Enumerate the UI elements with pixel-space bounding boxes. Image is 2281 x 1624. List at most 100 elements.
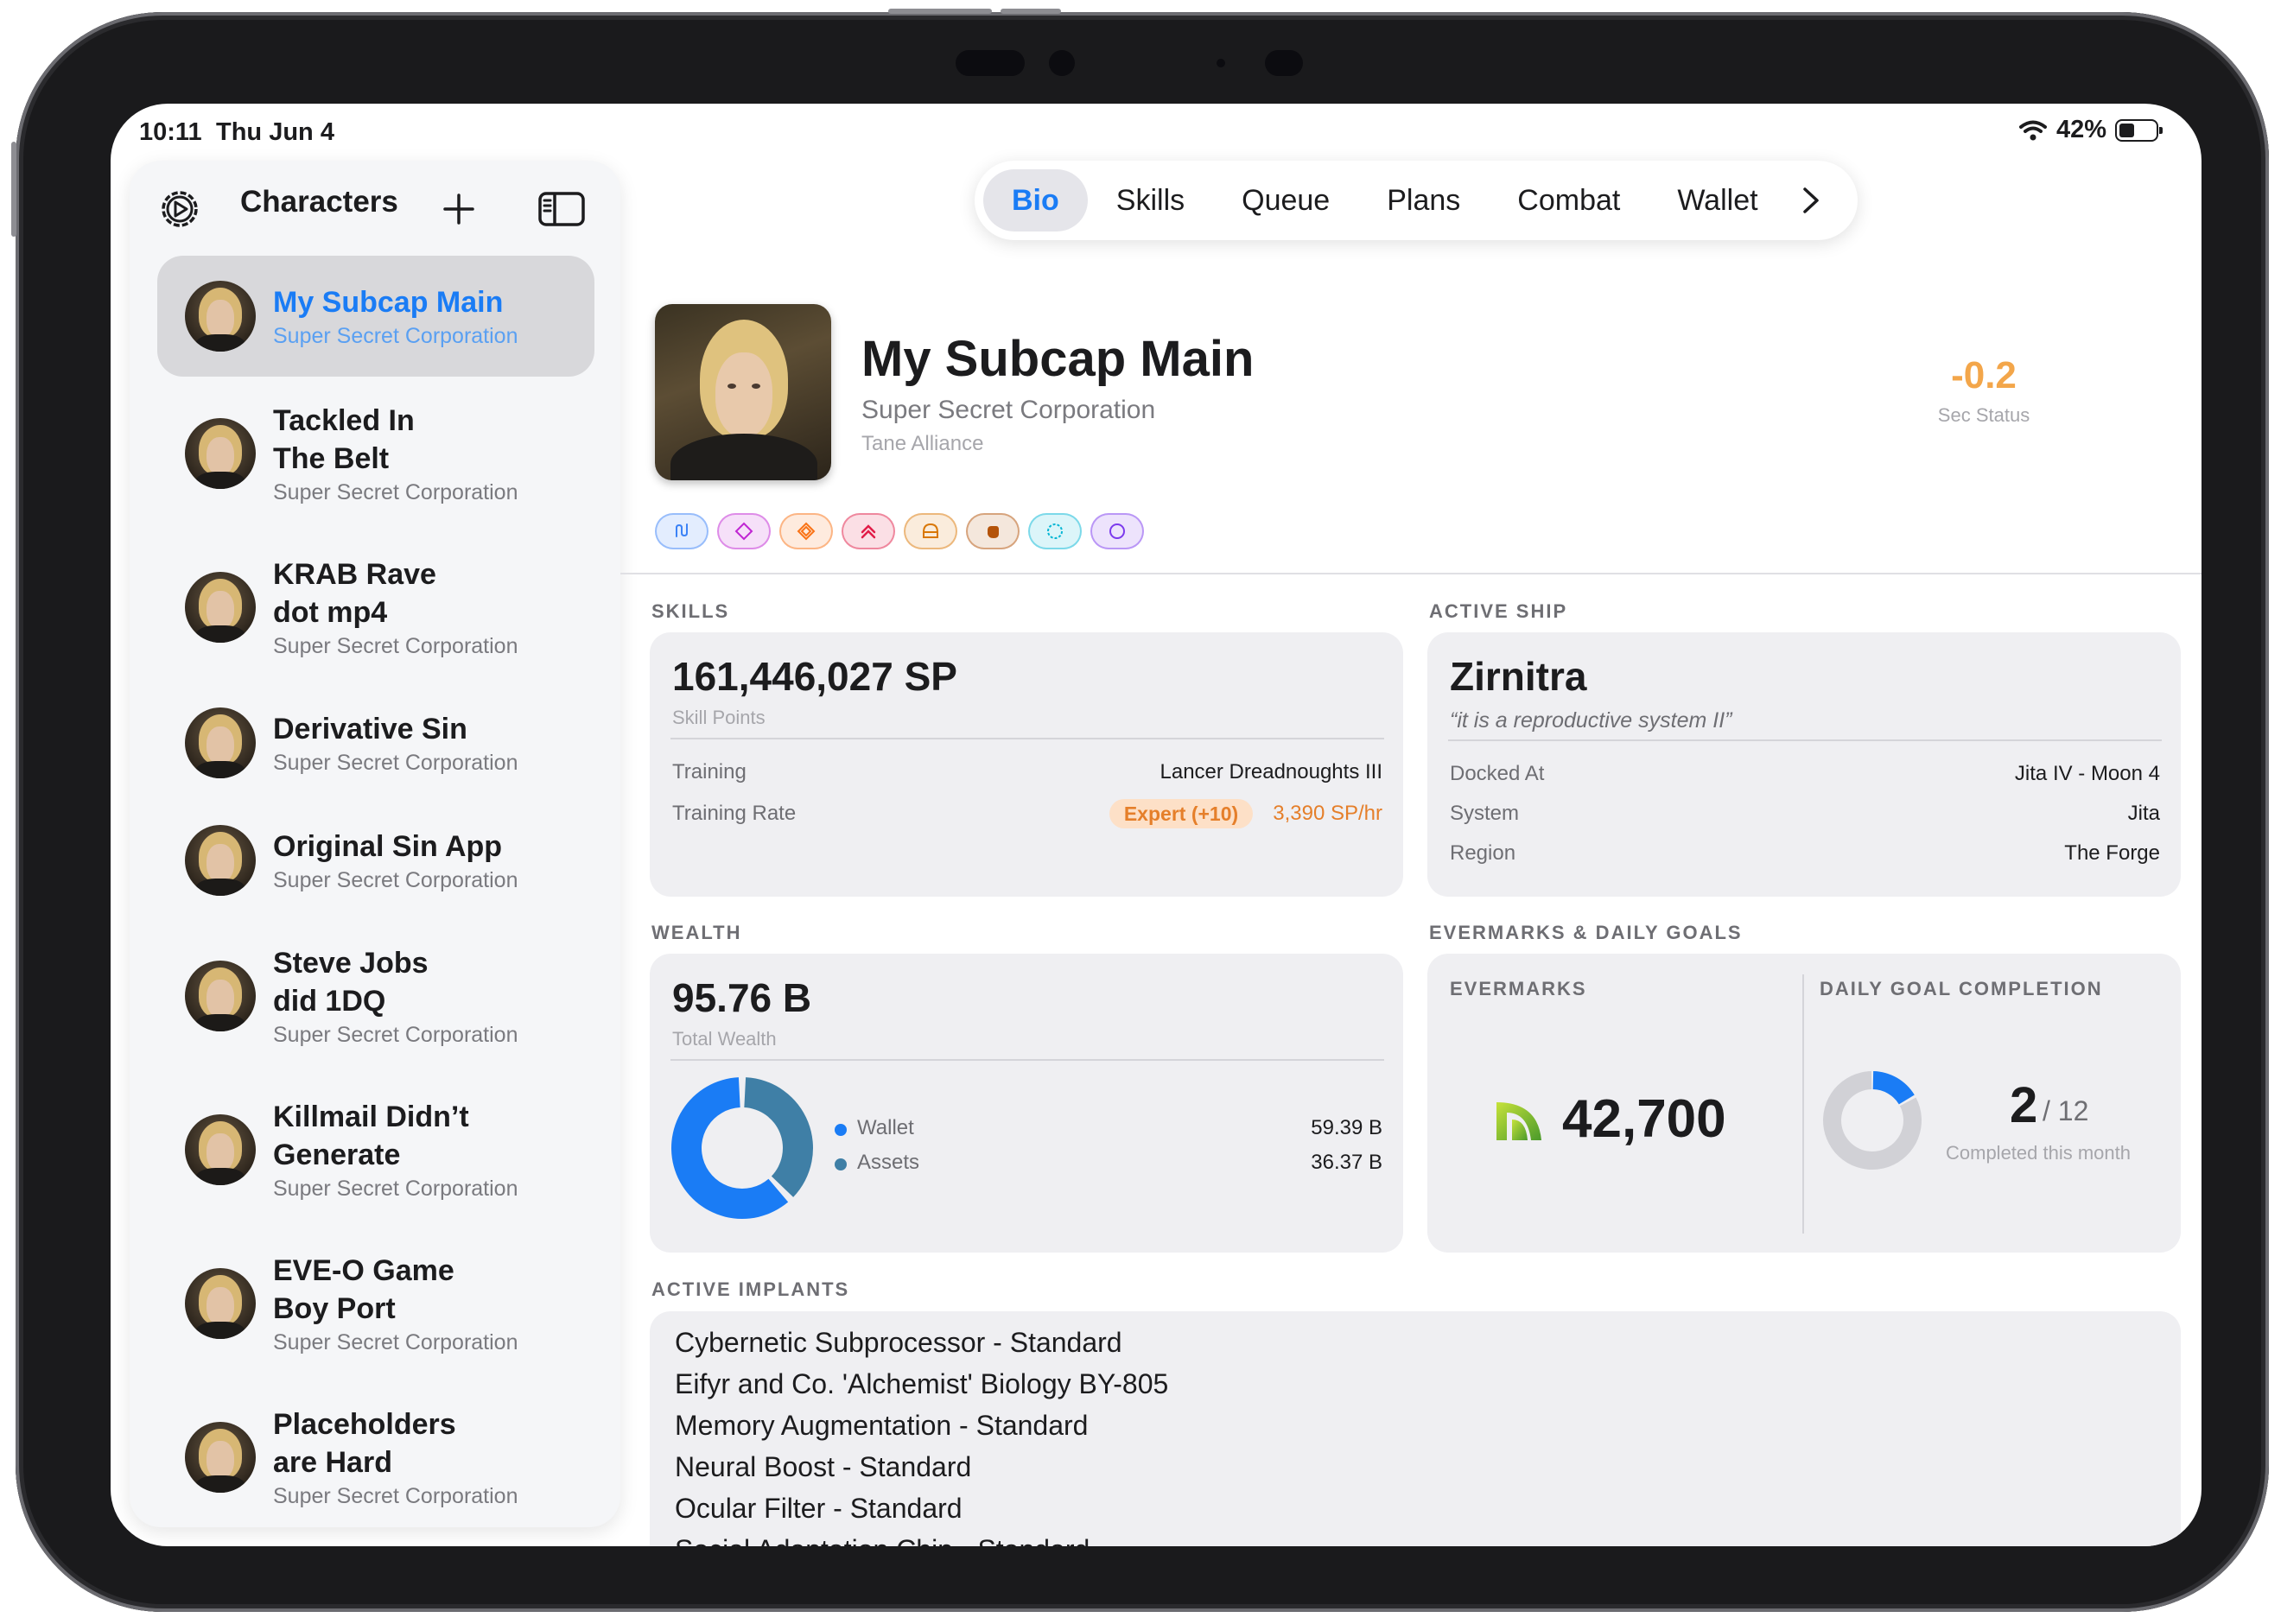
tab-plans[interactable]: Plans <box>1358 169 1489 232</box>
tab-queue[interactable]: Queue <box>1213 169 1358 232</box>
daily-goal-total: / 12 <box>2043 1095 2089 1126</box>
route-badge[interactable] <box>655 513 708 549</box>
skill-points-value: 161,446,027 SP <box>672 654 957 699</box>
character-avatar <box>185 1268 256 1339</box>
daily-goal-completed: 2 <box>2010 1077 2038 1133</box>
chevrons-up-badge[interactable] <box>842 513 895 549</box>
wealth-section-title: WEALTH <box>651 922 742 943</box>
status-date: Thu Jun 4 <box>216 118 334 146</box>
dashed-circle-icon <box>1047 523 1063 539</box>
top-button <box>888 9 992 14</box>
camera-housing <box>956 50 1025 76</box>
ship-nickname: “it is a reproductive system II” <box>1450 708 1732 733</box>
tab-bio[interactable]: Bio <box>983 169 1088 232</box>
character-list-name: Derivative Sin <box>273 712 467 745</box>
implant-item: Eifyr and Co. 'Alchemist' Biology BY-805 <box>675 1368 1169 1399</box>
ship-card[interactable]: Zirnitra “it is a reproductive system II… <box>1427 632 2181 897</box>
character-list-item[interactable]: Placeholders are Hard Super Secret Corpor… <box>157 1380 594 1534</box>
skills-card[interactable]: 161,446,027 SP Skill Points Training Lan… <box>650 632 1403 897</box>
dashed-circle-badge[interactable] <box>1028 513 1082 549</box>
implants-section-title: ACTIVE IMPLANTS <box>651 1278 850 1300</box>
section-tab-bar: Bio Skills Queue Plans Combat Wallet <box>975 161 1858 240</box>
circle-icon <box>1109 523 1125 539</box>
diamond-icon <box>734 522 753 541</box>
tab-combat[interactable]: Combat <box>1489 169 1649 232</box>
wallet-legend-label: Wallet <box>857 1116 914 1139</box>
route-icon <box>676 523 688 537</box>
assets-legend-dot <box>835 1158 847 1170</box>
character-list-corporation: Super Secret Corporation <box>273 1483 518 1508</box>
screen: 10:11 Thu Jun 4 42% Characters My Subcap… <box>111 104 2202 1546</box>
header-divider <box>620 573 2202 574</box>
diamond-orange-badge[interactable] <box>779 513 833 549</box>
evermarks-value: 42,700 <box>1562 1089 1726 1149</box>
more-tabs-button[interactable] <box>1787 169 1835 232</box>
security-status-label: Sec Status <box>1937 404 2030 426</box>
wealth-divider <box>670 1059 1384 1061</box>
ipad-device-frame: 10:11 Thu Jun 4 42% Characters My Subcap… <box>11 9 2269 1612</box>
daily-goal-donut-chart <box>1823 1071 1922 1170</box>
skills-divider <box>670 738 1384 739</box>
character-list-item[interactable]: My Subcap Main Super Secret Corporation <box>157 256 594 377</box>
character-avatar <box>185 281 256 352</box>
fist-badge[interactable] <box>966 513 1020 549</box>
character-list-corporation: Super Secret Corporation <box>273 867 518 892</box>
character-list-corporation: Super Secret Corporation <box>273 750 518 775</box>
sensor-2 <box>1265 50 1303 76</box>
implants-card[interactable]: Cybernetic Subprocessor - Standard Eifyr … <box>650 1311 2181 1546</box>
character-list-item[interactable]: Original Sin App Super Secret Corporation <box>157 802 594 919</box>
character-list-name: Placeholders are Hard <box>273 1407 456 1479</box>
character-list-item[interactable]: EVE-O Game Boy Port Super Secret Corporat… <box>157 1227 594 1380</box>
tab-wallet[interactable]: Wallet <box>1649 169 1786 232</box>
character-list-corporation: Super Secret Corporation <box>273 633 518 658</box>
chevron-right-icon <box>1802 187 1819 213</box>
character-list: My Subcap Main Super Secret Corporation Ta… <box>157 256 594 1534</box>
evermarks-section-title: EVERMARKS & DAILY GOALS <box>1429 922 1743 943</box>
implant-item: Cybernetic Subprocessor - Standard <box>675 1327 1122 1358</box>
character-list-corporation: Super Secret Corporation <box>273 323 518 348</box>
daily-goal-caption: Completed this month <box>1946 1142 2131 1164</box>
add-character-button[interactable] <box>436 187 481 232</box>
wealth-card[interactable]: 95.76 B Total Wealth Wallet 59.39 B Asse… <box>650 954 1403 1253</box>
ship-section-title: ACTIVE SHIP <box>1429 600 1568 622</box>
docked-label: Docked At <box>1450 762 1545 785</box>
toggle-sidebar-button[interactable] <box>536 187 588 232</box>
settings-button[interactable] <box>156 185 204 233</box>
character-list-item[interactable]: KRAB Rave dot mp4 Super Secret Corporatio… <box>157 530 594 684</box>
character-list-item[interactable]: Derivative Sin Super Secret Corporation <box>157 684 594 802</box>
tab-skills[interactable]: Skills <box>1088 169 1213 232</box>
character-avatar <box>185 707 256 778</box>
implant-item: Social Adaptation Chip - Standard <box>675 1534 1090 1546</box>
character-alliance[interactable]: Tane Alliance <box>861 432 983 456</box>
character-sidebar: Characters My Subcap Main Super Secret Co… <box>130 161 620 1527</box>
implant-item: Neural Boost - Standard <box>675 1451 972 1482</box>
training-rate-label: Training Rate <box>672 802 797 825</box>
sidebar-title: Characters <box>240 185 398 219</box>
diamond-badge[interactable] <box>717 513 771 549</box>
character-list-item[interactable]: Steve Jobs did 1DQ Super Secret Corporati… <box>157 919 594 1073</box>
training-label: Training <box>672 760 747 783</box>
character-list-item[interactable]: Tackled In The Belt Super Secret Corporat… <box>157 377 594 530</box>
character-list-item[interactable]: Killmail Didn’t Generate Super Secret Cor… <box>157 1073 594 1227</box>
circle-badge[interactable] <box>1090 513 1144 549</box>
front-camera <box>1049 50 1075 76</box>
assets-slice <box>744 1077 813 1197</box>
character-avatar <box>185 1422 256 1493</box>
ship-divider <box>1448 739 2162 741</box>
wifi-icon <box>2018 120 2047 140</box>
total-wealth-label: Total Wealth <box>672 1028 777 1050</box>
character-name: My Subcap Main <box>861 331 1255 387</box>
fist-icon <box>988 526 999 538</box>
evermarks-vertical-divider <box>1802 974 1804 1234</box>
volume-button <box>11 142 16 237</box>
chevrons-up-icon <box>861 524 876 539</box>
completed-slice <box>1872 1071 1915 1105</box>
training-value: Lancer Dreadnoughts III <box>1160 760 1383 783</box>
docked-value: Jita IV - Moon 4 <box>2014 762 2160 785</box>
region-value: The Forge <box>2064 841 2160 865</box>
helmet-badge[interactable] <box>904 513 957 549</box>
ship-name: Zirnitra <box>1450 654 1587 699</box>
character-corporation[interactable]: Super Secret Corporation <box>861 396 1155 425</box>
character-list-corporation: Super Secret Corporation <box>273 1176 518 1201</box>
evermarks-card[interactable]: EVERMARKS 42,700 DAILY GOAL COMPLETION 2… <box>1427 954 2181 1253</box>
